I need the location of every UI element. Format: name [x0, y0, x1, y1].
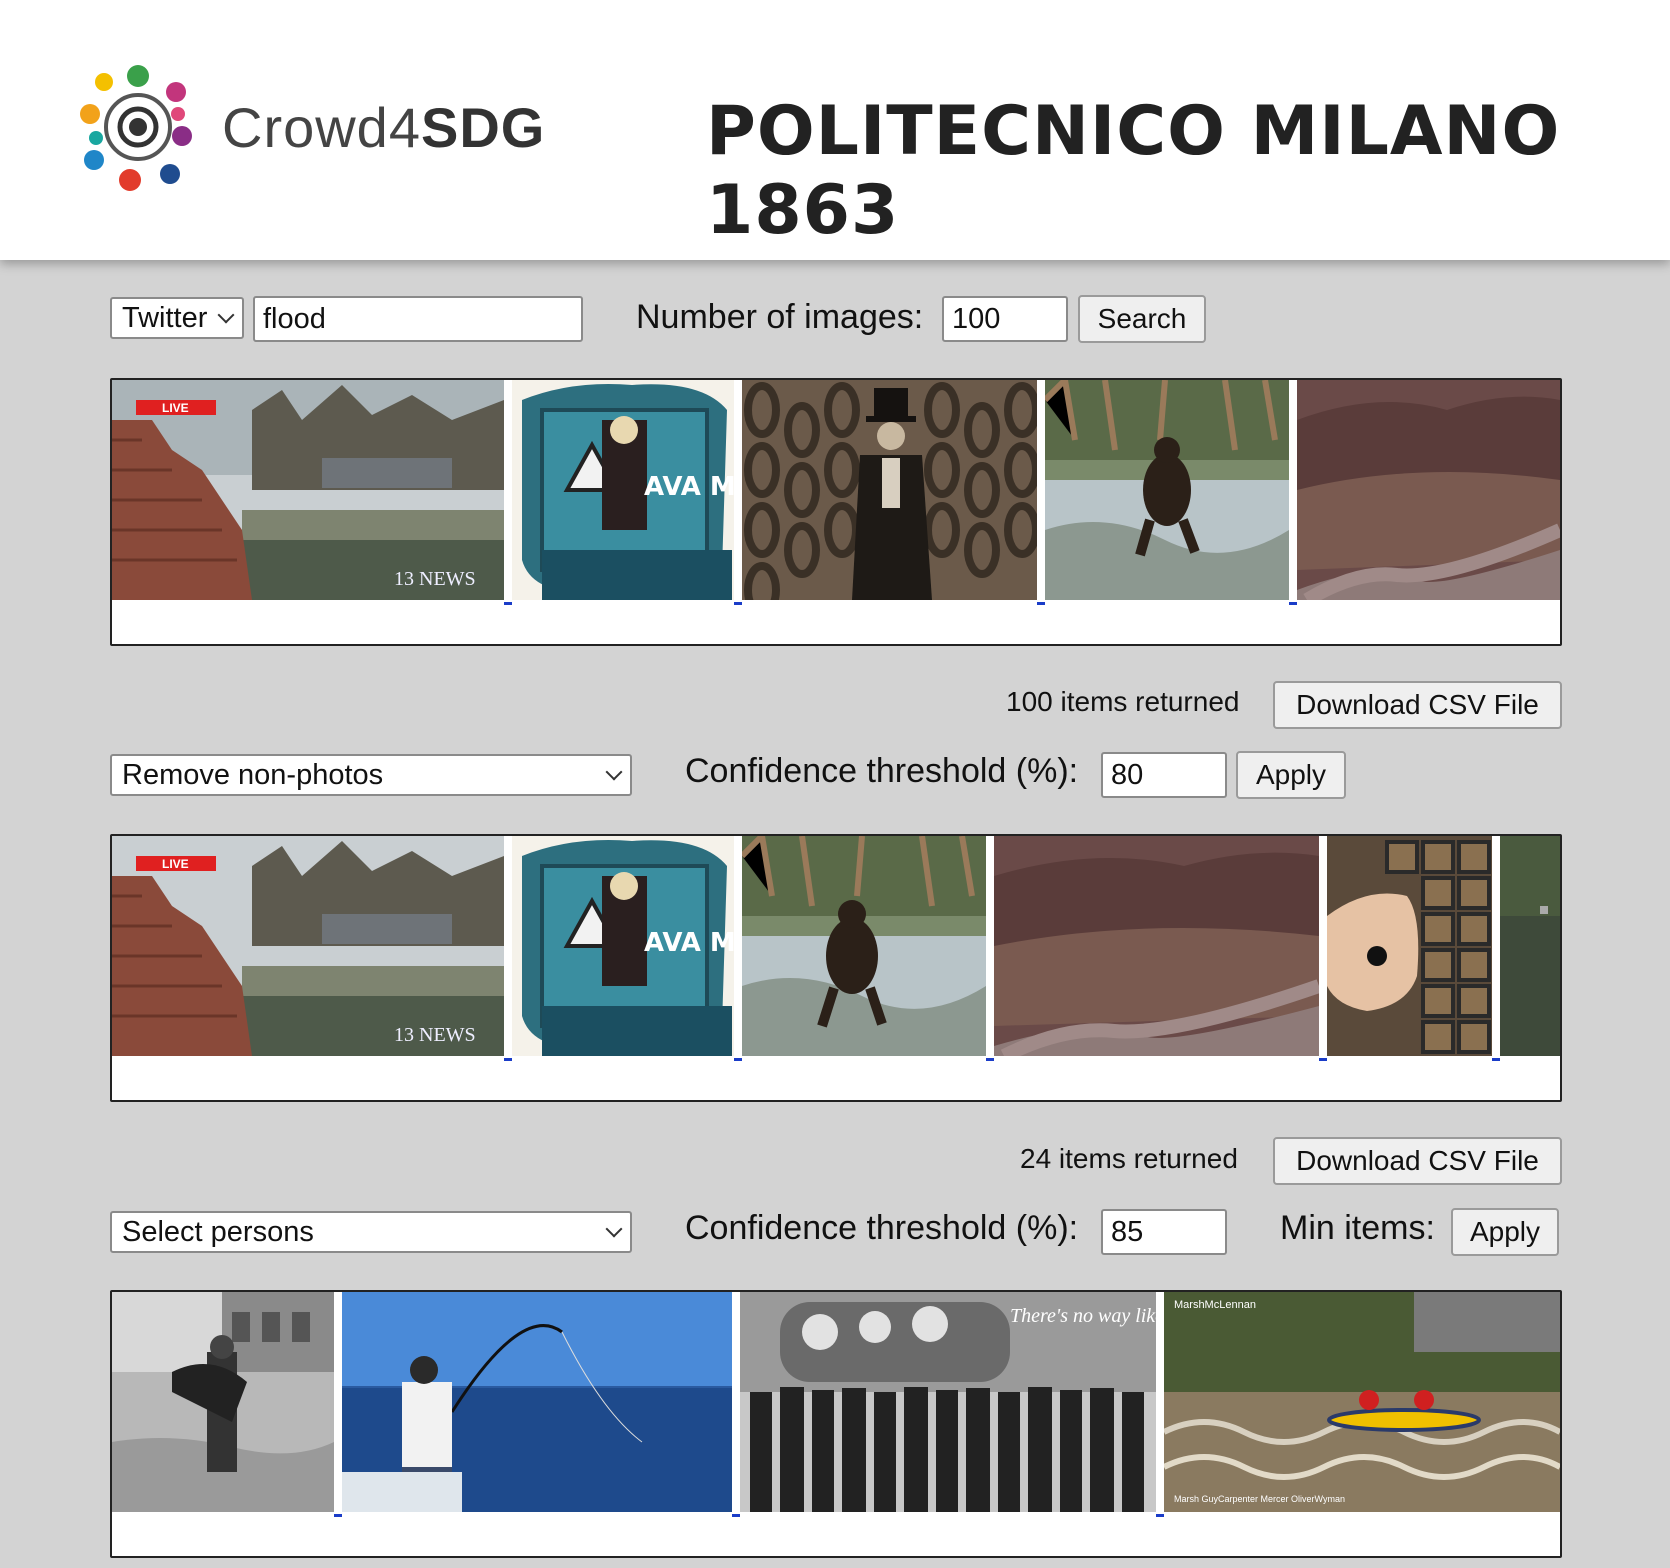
- image-thumb[interactable]: [1045, 380, 1289, 600]
- download-csv-button-1[interactable]: Download CSV File: [1273, 681, 1562, 729]
- result-strip-3: There's no way like the American Way Mar…: [110, 1290, 1562, 1558]
- bigfoot-image: [742, 836, 986, 1056]
- site-header: Crowd4SDG POLITECNICO MILANO 1863: [0, 0, 1670, 260]
- university-name: POLITECNICO MILANO 1863: [706, 92, 1561, 250]
- image-thumb[interactable]: [342, 1292, 732, 1512]
- flood-news-image: LIVE 13 NEWS: [112, 836, 504, 1056]
- ava-max-image: AVA MAX: [512, 836, 734, 1056]
- image-thumb[interactable]: [1500, 836, 1560, 1056]
- image-thumb[interactable]: LIVE 13 NEWS: [112, 380, 504, 600]
- download-csv-button-2[interactable]: Download CSV File: [1273, 1137, 1562, 1185]
- threshold-value-1: 80: [1111, 758, 1144, 791]
- image-thumb[interactable]: AVA MAX: [512, 836, 734, 1056]
- svg-text:13 NEWS: 13 NEWS: [394, 1024, 476, 1046]
- image-thumb[interactable]: [1327, 836, 1492, 1056]
- image-link[interactable]: [1319, 1058, 1327, 1061]
- filter-select-1-value: Remove non-photos: [122, 758, 384, 791]
- image-link[interactable]: [734, 1058, 742, 1061]
- svg-text:LIVE: LIVE: [162, 401, 189, 415]
- image-link[interactable]: [1156, 1514, 1164, 1517]
- result-count-2: 24 items returned: [1020, 1143, 1238, 1174]
- image-link[interactable]: [1289, 602, 1297, 605]
- image-link[interactable]: [504, 1058, 512, 1061]
- num-images-input[interactable]: 100: [942, 296, 1068, 342]
- num-images-value: 100: [952, 302, 1001, 335]
- image-thumb[interactable]: [742, 836, 986, 1056]
- svg-text:There's no way like the Americ: There's no way like the American Way: [1010, 1305, 1156, 1327]
- image-link[interactable]: [732, 1514, 740, 1517]
- image-link[interactable]: [734, 602, 742, 605]
- svg-text:LIVE: LIVE: [162, 857, 189, 871]
- apply-button-1[interactable]: Apply: [1236, 751, 1346, 799]
- result-strip-1: LIVE 13 NEWS AVA MAX: [110, 378, 1562, 646]
- result-count-1: 100 items returned: [1006, 686, 1240, 717]
- filter-select-2-value: Select persons: [122, 1215, 314, 1248]
- aerial-image: [1500, 836, 1560, 1056]
- apply-button-2[interactable]: Apply: [1451, 1208, 1559, 1256]
- image-link[interactable]: [334, 1514, 342, 1517]
- image-thumb[interactable]: There's no way like the American Way: [740, 1292, 1156, 1512]
- river-rafting-image: MarshMcLennan Marsh GuyCarpenter Mercer …: [1164, 1292, 1560, 1512]
- source-select-value: Twitter: [122, 301, 208, 334]
- image-link[interactable]: [986, 1058, 994, 1061]
- confidence-threshold-input-1[interactable]: 80: [1101, 752, 1227, 798]
- image-thumb[interactable]: [742, 380, 1037, 600]
- hillside-road-image: [994, 836, 1319, 1056]
- american-way-bw-image: There's no way like the American Way: [740, 1292, 1156, 1512]
- filter-select-1[interactable]: Remove non-photos: [110, 754, 632, 796]
- crowd4sdg-logo-icon: [80, 65, 192, 191]
- image-thumb[interactable]: [112, 1292, 334, 1512]
- image-link[interactable]: [1492, 1058, 1500, 1061]
- search-button[interactable]: Search: [1078, 295, 1206, 343]
- seed-tray-image: [1327, 836, 1492, 1056]
- image-thumb[interactable]: AVA MAX: [512, 380, 734, 600]
- chains-portrait-image: [742, 380, 1037, 600]
- flood-news-image: LIVE 13 NEWS: [112, 380, 504, 600]
- svg-text:MarshMcLennan: MarshMcLennan: [1174, 1299, 1256, 1311]
- query-input[interactable]: flood: [253, 296, 583, 342]
- image-thumb[interactable]: [1297, 380, 1560, 600]
- bigfoot-image: [1045, 380, 1289, 600]
- min-items-label: Min items:: [1280, 1209, 1435, 1247]
- filter-select-2[interactable]: Select persons: [110, 1211, 632, 1253]
- svg-text:AVA MAX: AVA MAX: [644, 472, 734, 502]
- image-thumb[interactable]: MarshMcLennan Marsh GuyCarpenter Mercer …: [1164, 1292, 1560, 1512]
- chevron-down-icon: [605, 763, 623, 781]
- svg-text:AVA MAX: AVA MAX: [644, 928, 734, 958]
- image-link[interactable]: [504, 602, 512, 605]
- svg-text:Marsh GuyCarpenter Mercer Oliv: Marsh GuyCarpenter Mercer OliverWyman: [1174, 1494, 1345, 1504]
- image-thumb[interactable]: LIVE 13 NEWS: [112, 836, 504, 1056]
- hillside-road-image: [1297, 380, 1560, 600]
- flood-street-bw-image: [112, 1292, 334, 1512]
- threshold-value-2: 85: [1111, 1215, 1144, 1248]
- ava-max-image: AVA MAX: [512, 380, 734, 600]
- image-link[interactable]: [1037, 602, 1045, 605]
- svg-text:13 NEWS: 13 NEWS: [394, 568, 476, 590]
- num-images-label: Number of images:: [636, 298, 924, 336]
- chevron-down-icon: [605, 1220, 623, 1238]
- confidence-threshold-label-1: Confidence threshold (%):: [685, 752, 1079, 790]
- query-input-value: flood: [263, 302, 326, 335]
- brand-name: Crowd4SDG: [222, 96, 546, 159]
- source-select[interactable]: Twitter: [110, 297, 244, 339]
- chevron-down-icon: [217, 306, 235, 324]
- image-thumb[interactable]: [994, 836, 1319, 1056]
- fishing-image: [342, 1292, 732, 1512]
- confidence-threshold-label-2: Confidence threshold (%):: [685, 1209, 1079, 1247]
- result-strip-2: LIVE 13 NEWS AVA MAX: [110, 834, 1562, 1102]
- confidence-threshold-input-2[interactable]: 85: [1101, 1209, 1227, 1255]
